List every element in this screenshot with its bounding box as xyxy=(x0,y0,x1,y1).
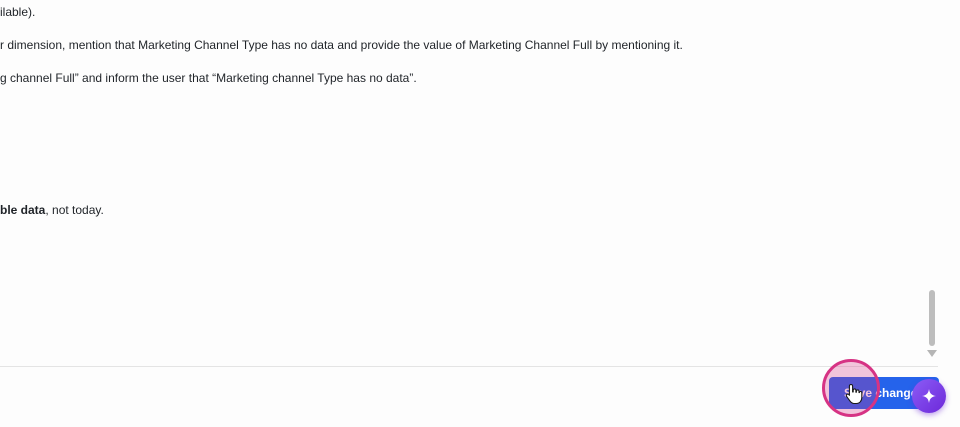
editor-line-4: ble data, not today. xyxy=(0,202,104,218)
scrollbar-thumb[interactable] xyxy=(929,290,935,346)
vertical-scrollbar[interactable] xyxy=(926,282,938,366)
editor-line-1: ilable). xyxy=(0,5,36,19)
editor-line-3: g channel Full” and inform the user that… xyxy=(0,71,417,85)
plain-text: , not today. xyxy=(45,203,104,217)
prompt-editor[interactable]: ilable). r dimension, mention that Marke… xyxy=(0,0,925,366)
sparkle-icon xyxy=(922,389,936,403)
bold-text: ble data xyxy=(0,203,46,217)
scroll-down-arrow-icon[interactable] xyxy=(927,350,937,357)
ai-assistant-button[interactable] xyxy=(912,379,946,413)
editor-line-2: r dimension, mention that Marketing Chan… xyxy=(0,38,683,52)
footer-bar: Save changes xyxy=(0,359,960,427)
